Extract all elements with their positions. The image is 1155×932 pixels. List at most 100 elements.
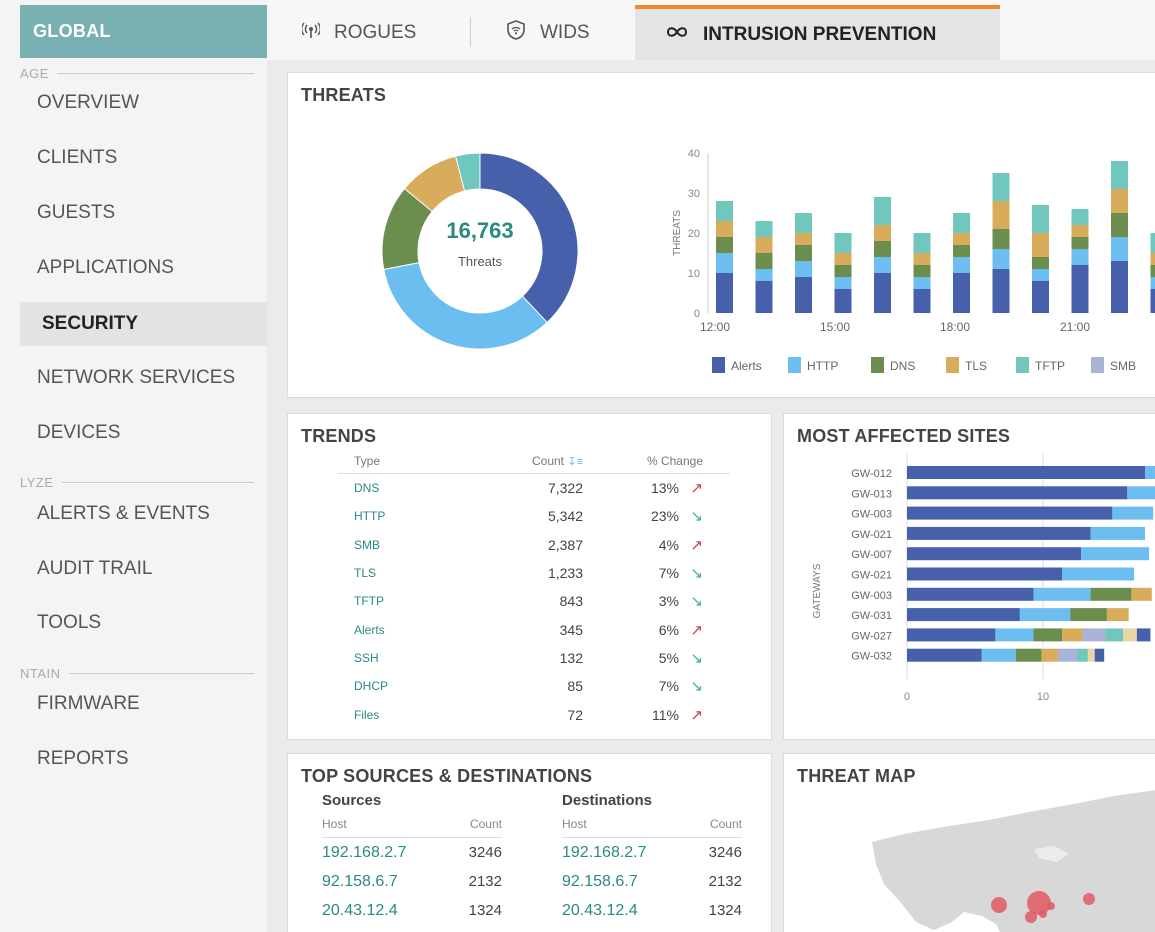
site-bar-segment[interactable] (1062, 567, 1135, 581)
site-bar-segment[interactable] (1015, 648, 1042, 662)
bar-segment-tls[interactable] (716, 221, 733, 237)
site-bar-segment[interactable] (907, 567, 1063, 581)
legend-label[interactable]: HTTP (807, 359, 838, 373)
trend-type-link[interactable]: SMB (338, 538, 468, 552)
bar-segment-http[interactable] (1150, 277, 1155, 289)
site-bar-segment[interactable] (995, 628, 1034, 642)
threat-hotspot[interactable] (1039, 910, 1047, 918)
bar-segment-alerts[interactable] (1032, 281, 1049, 313)
site-bar-segment[interactable] (1090, 587, 1132, 601)
site-bar-segment[interactable] (1041, 648, 1058, 662)
destination-host-link[interactable]: 192.168.2.7 (562, 844, 647, 862)
bar-segment-alerts[interactable] (755, 281, 773, 313)
site-bar-segment[interactable] (907, 608, 1020, 622)
destination-host-link[interactable]: 20.43.12.4 (562, 902, 638, 920)
column-header-change[interactable]: % Change (583, 454, 723, 473)
site-bar-segment[interactable] (907, 506, 1113, 520)
bar-segment-tls[interactable] (913, 253, 931, 265)
bar-segment-dns[interactable] (953, 245, 970, 257)
bar-segment-dns[interactable] (755, 253, 773, 269)
tab-wids[interactable]: WIDS (506, 5, 590, 60)
threat-hotspot[interactable] (1047, 902, 1055, 910)
site-bar-segment[interactable] (981, 648, 1016, 662)
bar-segment-tftp[interactable] (1150, 233, 1155, 253)
site-bar-segment[interactable] (1087, 648, 1095, 662)
donut-slice-http[interactable] (383, 262, 548, 350)
nav-item-devices[interactable]: DEVICES (20, 411, 267, 455)
site-bar-segment[interactable] (1019, 608, 1071, 622)
bar-segment-tftp[interactable] (1032, 205, 1049, 233)
trend-type-link[interactable]: SSH (338, 651, 468, 665)
bar-segment-tls[interactable] (834, 253, 852, 265)
bar-segment-dns[interactable] (1111, 213, 1128, 237)
legend-label[interactable]: Alerts (731, 359, 762, 373)
site-bar-segment[interactable] (907, 587, 1034, 601)
bar-segment-alerts[interactable] (992, 269, 1010, 313)
bar-segment-dns[interactable] (1071, 237, 1089, 249)
site-bar-segment[interactable] (1106, 608, 1129, 622)
bar-segment-alerts[interactable] (795, 277, 812, 313)
nav-item-guests[interactable]: GUESTS (20, 191, 267, 235)
source-host-link[interactable]: 20.43.12.4 (322, 902, 398, 920)
threat-hotspot[interactable] (1025, 911, 1037, 923)
bar-segment-dns[interactable] (834, 265, 852, 277)
trend-type-link[interactable]: DNS (338, 481, 468, 495)
site-bar-segment[interactable] (1070, 608, 1107, 622)
bar-segment-tls[interactable] (874, 225, 891, 241)
site-bar-segment[interactable] (1112, 506, 1154, 520)
nav-item-security[interactable]: SECURITY (20, 302, 267, 346)
bar-segment-http[interactable] (992, 249, 1010, 269)
site-bar-segment[interactable] (1090, 526, 1145, 540)
site-bar-segment[interactable] (1123, 628, 1137, 642)
bar-segment-alerts[interactable] (834, 289, 852, 313)
threat-hotspot[interactable] (1083, 893, 1095, 905)
nav-item-alerts-events[interactable]: ALERTS & EVENTS (20, 492, 267, 536)
threat-hotspot[interactable] (991, 897, 1007, 913)
site-bar-segment[interactable] (1105, 628, 1124, 642)
bar-segment-alerts[interactable] (1111, 261, 1128, 313)
nav-item-network-services[interactable]: NETWORK SERVICES (20, 356, 267, 400)
threat-map[interactable] (784, 754, 1155, 932)
bar-segment-dns[interactable] (716, 237, 733, 253)
site-bar-segment[interactable] (1033, 587, 1091, 601)
legend-label[interactable]: TFTP (1035, 359, 1065, 373)
bar-segment-dns[interactable] (874, 241, 891, 257)
sort-icon[interactable]: ↧≡ (567, 456, 583, 468)
nav-item-audit-trail[interactable]: AUDIT TRAIL (20, 547, 267, 591)
bar-segment-dns[interactable] (1032, 257, 1049, 269)
site-bar-segment[interactable] (1094, 648, 1105, 662)
bar-segment-tls[interactable] (1150, 253, 1155, 265)
bar-segment-alerts[interactable] (716, 273, 733, 313)
bar-segment-http[interactable] (795, 261, 812, 277)
bar-segment-tftp[interactable] (1071, 209, 1089, 225)
bar-segment-tls[interactable] (755, 237, 773, 253)
bar-segment-dns[interactable] (795, 245, 812, 261)
bar-segment-http[interactable] (716, 253, 733, 273)
legend-label[interactable]: TLS (965, 359, 987, 373)
bar-segment-tftp[interactable] (834, 233, 852, 253)
global-scope-button[interactable]: GLOBAL (20, 5, 267, 58)
bar-segment-tftp[interactable] (1111, 161, 1128, 189)
site-bar-segment[interactable] (1033, 628, 1063, 642)
site-bar-segment[interactable] (1145, 466, 1155, 479)
tab-rogues[interactable]: ROGUES (301, 5, 416, 60)
bar-segment-http[interactable] (755, 269, 773, 281)
nav-item-reports[interactable]: REPORTS (20, 737, 267, 781)
nav-item-applications[interactable]: APPLICATIONS (20, 246, 267, 290)
nav-item-tools[interactable]: TOOLS (20, 601, 267, 645)
site-bar-segment[interactable] (907, 648, 982, 662)
bar-segment-tftp[interactable] (874, 197, 891, 225)
bar-segment-tls[interactable] (1032, 233, 1049, 257)
bar-segment-alerts[interactable] (913, 289, 931, 313)
site-bar-segment[interactable] (907, 466, 1145, 479)
legend-label[interactable]: SMB (1110, 359, 1136, 373)
trend-type-link[interactable]: Alerts (338, 623, 468, 637)
bar-segment-tls[interactable] (795, 233, 812, 245)
site-bar-segment[interactable] (1082, 628, 1106, 642)
site-bar-segment[interactable] (1131, 587, 1152, 601)
bar-segment-http[interactable] (913, 277, 931, 289)
bar-segment-tftp[interactable] (992, 173, 1010, 201)
site-bar-segment[interactable] (907, 486, 1128, 500)
destination-host-link[interactable]: 92.158.6.7 (562, 873, 638, 891)
site-bar-segment[interactable] (1057, 648, 1077, 662)
